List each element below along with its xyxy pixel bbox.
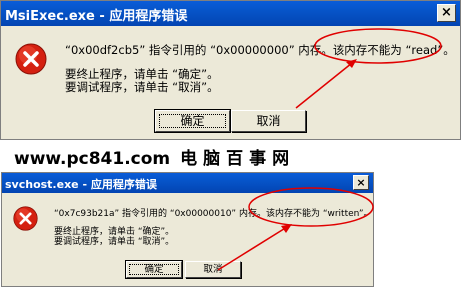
close-icon: ×: [356, 176, 366, 189]
msiexec-error-dialog: MsiExec.exe - 应用程序错误 × “0x00df2cb5” 指令引用…: [0, 0, 461, 140]
watermark-brand: 电脑百事网: [180, 149, 296, 169]
watermark-url: www.pc841.com: [14, 149, 171, 169]
cancel-button-label: 取消: [203, 264, 223, 275]
error-message-line1: “0x00df2cb5” 指令引用的 “0x00000000” 内存。该内存不能…: [65, 42, 455, 58]
memory-access-text: 该内存不能为 “written”。: [265, 209, 373, 219]
window-title: svchost.exe - 应用程序错误: [5, 178, 157, 191]
error-message-line1: “0x7c93b21a” 指令引用的 “0x00000010” 内存。该内存不能…: [54, 206, 373, 219]
titlebar[interactable]: svchost.exe - 应用程序错误 ×: [2, 173, 373, 193]
window-title: MsiExec.exe - 应用程序错误: [5, 9, 188, 24]
close-icon: ×: [441, 5, 452, 20]
titlebar[interactable]: MsiExec.exe - 应用程序错误 ×: [1, 1, 460, 26]
ok-button-label: 确定: [144, 264, 164, 275]
close-button[interactable]: ×: [437, 4, 456, 22]
svchost-error-dialog: svchost.exe - 应用程序错误 × “0x7c93b21a” 指令引用…: [1, 172, 374, 287]
instruction-reference-text: “0x00df2cb5” 指令引用的 “0x00000000” 内存。: [65, 43, 333, 57]
debug-instruction: 要调试程序，请单击 “取消”。: [54, 237, 175, 247]
site-watermark: www.pc841.com 电脑百事网: [14, 144, 295, 169]
cancel-button[interactable]: 取消: [185, 261, 241, 278]
ok-button[interactable]: 确定: [154, 109, 231, 133]
error-icon: [15, 43, 47, 75]
ok-button[interactable]: 确定: [125, 260, 183, 279]
error-icon: [13, 206, 38, 231]
debug-instruction: 要调试程序，请单击 “取消”。: [65, 80, 219, 94]
instruction-reference-text: “0x7c93b21a” 指令引用的 “0x00000010” 内存。: [54, 209, 266, 219]
memory-access-text: 该内存不能为 “read”。: [332, 43, 455, 57]
cancel-button-label: 取消: [256, 114, 281, 128]
close-button[interactable]: ×: [353, 175, 369, 190]
ok-button-label: 确定: [180, 114, 205, 128]
cancel-button[interactable]: 取消: [231, 110, 306, 132]
